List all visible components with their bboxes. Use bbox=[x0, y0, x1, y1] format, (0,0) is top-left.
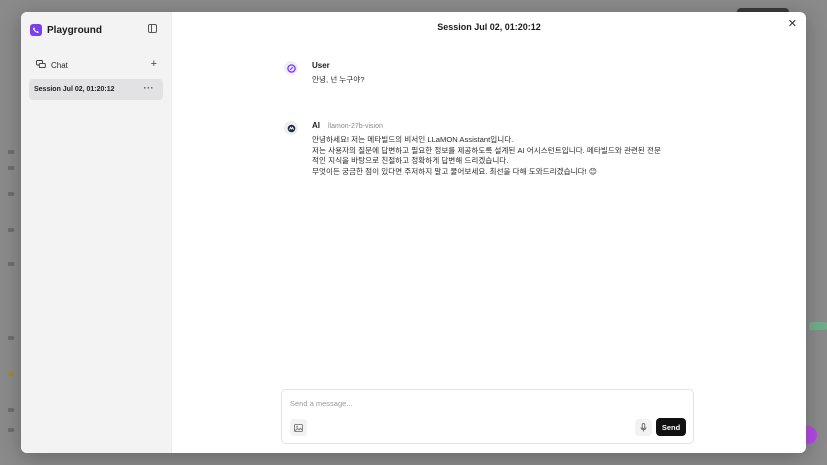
sidebar-session-item[interactable]: Session Jul 02, 01:20:12 ··· bbox=[29, 79, 163, 100]
message-text: 안녕하세요! 저는 메타빌드의 비서인 LLaMON Assistant입니다.… bbox=[312, 135, 661, 177]
playground-modal: Playground Chat + Session Jul 02, 01:20:… bbox=[21, 12, 806, 453]
sidebar: Playground Chat + Session Jul 02, 01:20:… bbox=[21, 12, 172, 453]
background-mark bbox=[8, 372, 14, 376]
background-mark bbox=[8, 408, 14, 412]
message-header: AI llamon-27b-vision bbox=[312, 121, 712, 131]
brand-title: Playground bbox=[47, 24, 103, 36]
background-mark bbox=[8, 336, 14, 340]
session-title: Session Jul 02, 01:20:12 bbox=[437, 22, 541, 32]
chat-section-header: Chat + bbox=[29, 58, 163, 72]
session-label: Session Jul 02, 01:20:12 bbox=[34, 86, 115, 93]
background-mark bbox=[8, 262, 14, 266]
message-text: 안녕, 넌 누구야? bbox=[312, 75, 365, 84]
model-name: llamon-27b-vision bbox=[328, 123, 383, 130]
message-role: AI bbox=[312, 121, 320, 130]
background-mark bbox=[8, 228, 14, 232]
image-icon[interactable] bbox=[290, 419, 307, 436]
message-body: AI llamon-27b-vision 안녕하세요! 저는 메타빌드의 비서인 … bbox=[312, 121, 712, 178]
more-horizontal-icon[interactable]: ··· bbox=[144, 83, 155, 93]
brand: Playground bbox=[29, 23, 163, 37]
new-chat-button[interactable]: + bbox=[151, 59, 157, 70]
background-mark bbox=[8, 166, 14, 170]
message-input[interactable] bbox=[290, 399, 590, 408]
background-mark bbox=[8, 150, 14, 154]
ai-avatar-icon bbox=[284, 121, 298, 135]
close-icon[interactable]: ✕ bbox=[788, 19, 797, 30]
send-button[interactable]: Send bbox=[656, 418, 686, 436]
phone-logo-icon bbox=[30, 24, 42, 36]
chat-section-label: Chat bbox=[51, 60, 68, 70]
message-composer: Send bbox=[281, 389, 694, 444]
sidebar-toggle-icon[interactable] bbox=[148, 24, 157, 33]
message-role: User bbox=[312, 61, 330, 70]
chat-main: Session Jul 02, 01:20:12 ✕ User 안녕, 넌 누구… bbox=[172, 12, 806, 453]
background-mark bbox=[8, 428, 14, 432]
user-avatar-icon bbox=[284, 61, 298, 75]
chat-bubbles-icon bbox=[36, 56, 46, 74]
message-body: User 안녕, 넌 누구야? bbox=[312, 61, 712, 86]
background-mark bbox=[8, 192, 14, 196]
microphone-icon[interactable] bbox=[635, 419, 652, 436]
background-indicator bbox=[809, 322, 827, 330]
